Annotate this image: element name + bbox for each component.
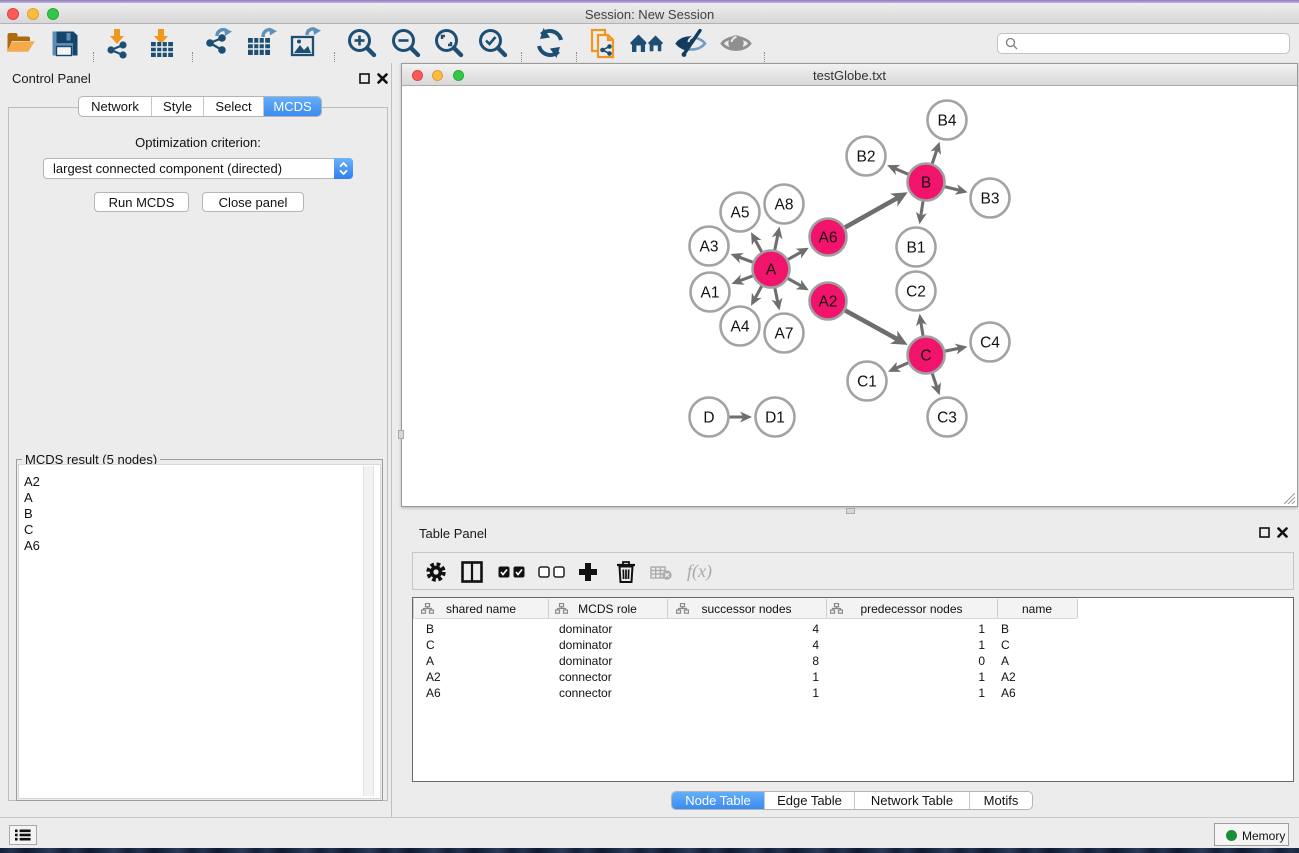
svg-text:C3: C3 <box>937 410 957 427</box>
svg-text:A8: A8 <box>775 197 794 214</box>
svg-text:A: A <box>766 262 777 279</box>
svg-text:C1: C1 <box>857 374 877 391</box>
svg-text:B4: B4 <box>938 113 957 130</box>
svg-text:A6: A6 <box>819 230 838 247</box>
svg-text:B3: B3 <box>981 191 1000 208</box>
svg-text:D: D <box>703 410 714 427</box>
svg-text:A2: A2 <box>819 294 838 311</box>
svg-text:A7: A7 <box>775 326 794 343</box>
svg-text:D1: D1 <box>765 410 785 427</box>
svg-text:A5: A5 <box>731 205 750 222</box>
svg-text:B2: B2 <box>857 149 876 166</box>
svg-text:C: C <box>920 348 931 365</box>
svg-text:A3: A3 <box>700 239 719 256</box>
svg-text:A1: A1 <box>701 285 720 302</box>
svg-text:C4: C4 <box>980 335 1000 352</box>
svg-text:A4: A4 <box>731 319 750 336</box>
svg-text:C2: C2 <box>906 284 926 301</box>
svg-text:B: B <box>921 175 931 192</box>
svg-text:B1: B1 <box>907 240 926 257</box>
